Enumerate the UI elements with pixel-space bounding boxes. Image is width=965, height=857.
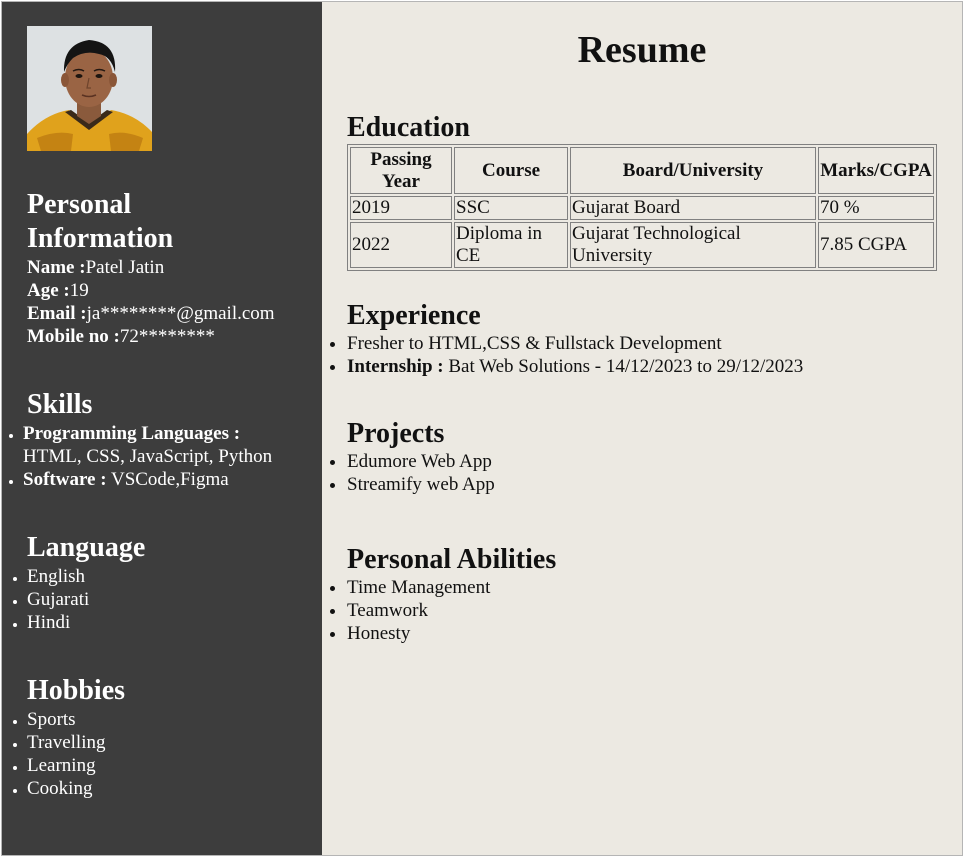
- profile-photo: [27, 26, 152, 151]
- personal-info-heading: Personal Information: [27, 188, 317, 256]
- language-item: Hindi: [27, 611, 317, 634]
- internship-value: Bat Web Solutions - 14/12/2023 to 29/12/…: [448, 356, 804, 377]
- abilities-heading: Personal Abilities: [347, 544, 557, 575]
- hobby-item: Cooking: [27, 777, 317, 800]
- sidebar-content: Personal Information Name :Patel Jatin A…: [23, 188, 317, 800]
- mobile-row: Mobile no :72********: [27, 325, 317, 348]
- hobbies-heading: Hobbies: [27, 675, 126, 706]
- table-cell: SSC: [454, 196, 568, 220]
- experience-heading: Experience: [347, 300, 481, 331]
- experience-list: Fresher to HTML,CSS & Fullstack Developm…: [322, 332, 803, 378]
- skills-list: Programming Languages :HTML, CSS, JavaSc…: [23, 422, 317, 491]
- language-item: English: [27, 565, 317, 588]
- table-cell: 2022: [350, 222, 452, 268]
- skill-item: Programming Languages :HTML, CSS, JavaSc…: [23, 422, 317, 468]
- table-row: 2019 SSC Gujarat Board 70 %: [350, 196, 934, 220]
- table-header-cell: Passing Year: [350, 147, 452, 194]
- mobile-label: Mobile no :: [27, 326, 120, 347]
- main-content: Resume Education Passing Year Course Boa…: [322, 2, 962, 855]
- language-item: Gujarati: [27, 588, 317, 611]
- name-label: Name :: [27, 257, 86, 278]
- table-cell: 2019: [350, 196, 452, 220]
- projects-list: Edumore Web App Streamify web App: [322, 450, 495, 496]
- table-cell: 7.85 CGPA: [818, 222, 934, 268]
- hobby-item: Travelling: [27, 731, 317, 754]
- experience-item: Internship : Bat Web Solutions - 14/12/2…: [347, 355, 803, 378]
- age-value: 19: [69, 280, 89, 301]
- language-list: English Gujarati Hindi: [27, 565, 317, 634]
- skill-value: VSCode,Figma: [110, 469, 229, 490]
- table-cell: Gujarat Board: [570, 196, 816, 220]
- education-table: Passing Year Course Board/University Mar…: [347, 144, 937, 271]
- hobby-item: Sports: [27, 708, 317, 731]
- ability-item: Teamwork: [347, 599, 556, 622]
- internship-label: Internship :: [347, 356, 444, 377]
- profile-photo-image: [27, 26, 152, 151]
- personal-info-heading-line1: Personal: [27, 189, 132, 220]
- experience-item: Fresher to HTML,CSS & Fullstack Developm…: [347, 332, 803, 355]
- table-row: 2022 Diploma in CE Gujarat Technological…: [350, 222, 934, 268]
- project-item: Streamify web App: [347, 473, 495, 496]
- sidebar: Personal Information Name :Patel Jatin A…: [2, 2, 322, 855]
- resume-page: Personal Information Name :Patel Jatin A…: [1, 1, 963, 856]
- table-cell: Diploma in CE: [454, 222, 568, 268]
- age-label: Age :: [27, 280, 70, 301]
- email-label: Email :: [27, 303, 87, 324]
- skill-label: Programming Languages :: [23, 423, 241, 444]
- ability-item: Honesty: [347, 622, 556, 645]
- hobbies-list: Sports Travelling Learning Cooking: [27, 708, 317, 800]
- skill-label: Software :: [23, 469, 107, 490]
- age-row: Age :19: [27, 279, 317, 302]
- abilities-list: Time Management Teamwork Honesty: [322, 576, 556, 645]
- table-cell: Gujarat Technological University: [570, 222, 816, 268]
- email-row: Email :ja********@gmail.com: [27, 302, 317, 325]
- language-heading: Language: [27, 532, 146, 563]
- table-header-row: Passing Year Course Board/University Mar…: [350, 147, 934, 194]
- page-title: Resume: [577, 29, 707, 71]
- table-header-cell: Marks/CGPA: [818, 147, 934, 194]
- skill-value: HTML, CSS, JavaScript, Python: [23, 446, 273, 467]
- projects-heading: Projects: [347, 418, 445, 449]
- skill-item: Software : VSCode,Figma: [23, 468, 317, 491]
- personal-info-heading-line2: Information: [27, 223, 174, 254]
- ability-item: Time Management: [347, 576, 556, 599]
- education-heading: Education: [347, 112, 470, 143]
- email-value: ja********@gmail.com: [86, 303, 275, 324]
- experience-section: Experience Fresher to HTML,CSS & Fullsta…: [322, 300, 803, 378]
- projects-section: Projects Edumore Web App Streamify web A…: [322, 418, 495, 496]
- mobile-value: 72********: [119, 326, 215, 347]
- name-row: Name :Patel Jatin: [27, 256, 317, 279]
- hobby-item: Learning: [27, 754, 317, 777]
- table-header-cell: Course: [454, 147, 568, 194]
- skills-heading: Skills: [27, 389, 93, 420]
- education-section: Education Passing Year Course Board/Univ…: [347, 112, 937, 271]
- table-header-cell: Board/University: [570, 147, 816, 194]
- abilities-section: Personal Abilities Time Management Teamw…: [322, 544, 556, 645]
- project-item: Edumore Web App: [347, 450, 495, 473]
- name-value: Patel Jatin: [85, 257, 165, 278]
- table-cell: 70 %: [818, 196, 934, 220]
